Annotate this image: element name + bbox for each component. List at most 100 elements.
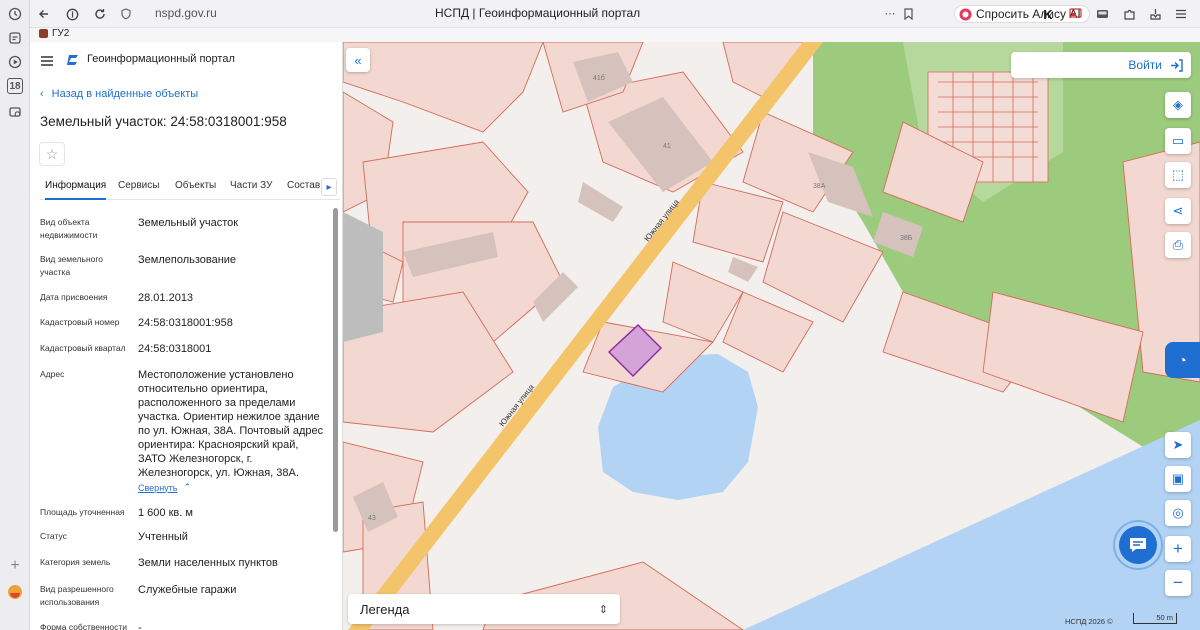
- bookmarks-bar: ГУ2: [30, 28, 1200, 42]
- field-label: Адрес: [40, 369, 65, 379]
- map-scale: 50 m: [1133, 613, 1177, 624]
- select-area-icon: ⬚: [1171, 167, 1185, 182]
- profile-avatar[interactable]: [7, 584, 23, 600]
- field-value: 24:58:0318001: [138, 343, 212, 355]
- select-area-button[interactable]: ⬚: [1165, 162, 1191, 188]
- bookmark-icon[interactable]: [900, 6, 916, 22]
- portal-logo-icon: [66, 52, 82, 68]
- login-label: Войти: [1128, 58, 1162, 72]
- building: [578, 182, 623, 222]
- address-bar-url[interactable]: nspd.gov.ru: [155, 6, 217, 20]
- bookmark-favicon: [39, 29, 48, 38]
- favorite-star-icon[interactable]: ☆: [39, 142, 65, 166]
- collapse-link[interactable]: Свернуть ⌃: [138, 482, 191, 493]
- hamburger-menu-icon[interactable]: [40, 54, 54, 66]
- field-label: Дата присвоения: [40, 292, 108, 302]
- chat-assistant-button[interactable]: [1113, 520, 1163, 570]
- chat-bubble-icon: ◔: [1178, 352, 1187, 368]
- mail-icon[interactable]: [7, 104, 23, 120]
- field-value: 28.01.2013: [138, 292, 194, 304]
- legend-label: Легенда: [360, 601, 410, 617]
- zoom-in-button[interactable]: +: [1165, 536, 1191, 562]
- field-value: 1 600 кв. м: [138, 507, 193, 519]
- tab-services[interactable]: Сервисы: [118, 178, 159, 200]
- shield-icon[interactable]: [64, 6, 80, 22]
- share-button[interactable]: ⋖: [1165, 198, 1191, 224]
- login-icon: [1171, 58, 1183, 72]
- building-label-43: 43: [368, 515, 376, 522]
- print-icon: ⎙: [1172, 237, 1184, 252]
- back-to-results-link[interactable]: ‹ Назад в найденные объекты: [40, 88, 198, 100]
- field-value: 24:58:0318001:958: [138, 317, 233, 329]
- login-button[interactable]: Войти: [1011, 52, 1191, 78]
- portal-title: Геоинформационный портал: [87, 53, 235, 65]
- field-label: Вид земельного участка: [40, 254, 104, 277]
- gray-area: [343, 212, 383, 342]
- tray-icon[interactable]: [1094, 6, 1110, 22]
- building: [728, 257, 758, 282]
- cast-icon[interactable]: [1067, 6, 1083, 22]
- back-arrow-icon[interactable]: [36, 6, 52, 22]
- tabs-scroll-right-icon[interactable]: ▸: [321, 178, 337, 196]
- more-dots-icon[interactable]: ⋯: [882, 6, 898, 22]
- bookmark-item[interactable]: ГУ2: [52, 28, 69, 39]
- vertical-tab-strip: 18 +: [0, 0, 30, 630]
- field-label: Вид объекта недвижимости: [40, 217, 98, 240]
- minimap-button[interactable]: ▣: [1165, 466, 1191, 492]
- puzzle-icon[interactable]: [1121, 6, 1137, 22]
- ask-alice-label: Спросить Алису AI: [976, 7, 1081, 21]
- compass-button[interactable]: ◎: [1165, 500, 1191, 526]
- print-button[interactable]: ⎙: [1165, 232, 1191, 258]
- tab-information[interactable]: Информация: [45, 178, 107, 200]
- layers-button[interactable]: ◈: [1165, 92, 1191, 118]
- layers-icon: ◈: [1173, 97, 1183, 112]
- page-title-tab: НСПД | Геоинформационный портал: [435, 6, 641, 20]
- minus-icon: −: [1173, 573, 1183, 592]
- field-value: -: [138, 622, 142, 630]
- side-widget-button[interactable]: ◔: [1165, 342, 1200, 378]
- building-label-38b: 38Б: [900, 235, 913, 242]
- ruler-button[interactable]: ▭: [1165, 128, 1191, 154]
- tab-objects[interactable]: Объекты: [175, 178, 216, 200]
- scale-label: 50 m: [1156, 613, 1173, 622]
- field-label: Вид разрешенного использования: [40, 584, 114, 607]
- extension-k-icon[interactable]: K: [1040, 6, 1056, 22]
- tab-parts[interactable]: Части ЗУ: [230, 178, 272, 200]
- geolocation-button[interactable]: ➤: [1165, 432, 1191, 458]
- building-label-38a: 38А: [813, 183, 826, 190]
- menu-lines-icon[interactable]: [1173, 6, 1189, 22]
- alice-icon: [959, 8, 972, 20]
- add-tab-icon[interactable]: +: [7, 557, 23, 574]
- back-link-label: Назад в найденные объекты: [51, 88, 199, 100]
- double-chevron-left-icon: «: [354, 52, 362, 68]
- compass-icon: ◎: [1172, 505, 1184, 520]
- field-value: Служебные гаражи: [138, 584, 237, 596]
- site-info-icon[interactable]: [118, 6, 134, 22]
- collections-icon[interactable]: [7, 30, 23, 46]
- downloads-icon[interactable]: [1147, 6, 1163, 22]
- map-view[interactable]: 41б 41 38А 38Б 43 Южная улица Южная улиц…: [343, 42, 1200, 630]
- chat-assistant-icon: [1119, 526, 1157, 564]
- field-label: Статус: [40, 531, 67, 541]
- location-arrow-icon: ➤: [1172, 437, 1184, 452]
- calendar-icon[interactable]: 18: [7, 78, 23, 94]
- map-canvas[interactable]: 41б 41 38А 38Б 43 Южная улица Южная улиц…: [343, 42, 1200, 630]
- reload-icon[interactable]: [92, 6, 108, 22]
- panel-scrollbar[interactable]: [333, 208, 338, 532]
- zoom-out-button[interactable]: −: [1165, 570, 1191, 596]
- object-title: Земельный участок: 24:58:0318001:958: [40, 114, 287, 129]
- history-icon[interactable]: [7, 6, 23, 22]
- field-value: Земли населенных пунктов: [138, 557, 278, 569]
- field-label: Форма собственности: [40, 622, 127, 630]
- building-label-41b: 41б: [593, 74, 605, 82]
- play-icon[interactable]: [7, 54, 23, 70]
- collapse-panel-button[interactable]: «: [346, 48, 370, 72]
- legend-dropdown[interactable]: Легенда ⇕: [348, 594, 620, 624]
- ruler-icon: ▭: [1171, 133, 1185, 148]
- field-label: Кадастровый номер: [40, 317, 120, 327]
- browser-toolbar: nspd.gov.ru НСПД | Геоинформационный пор…: [30, 0, 1200, 28]
- tab-composition[interactable]: Состав: [287, 178, 320, 200]
- field-label: Площадь уточненная: [40, 507, 125, 517]
- field-value: Местоположение установлено относительно …: [138, 369, 324, 479]
- plus-icon: +: [1173, 539, 1183, 558]
